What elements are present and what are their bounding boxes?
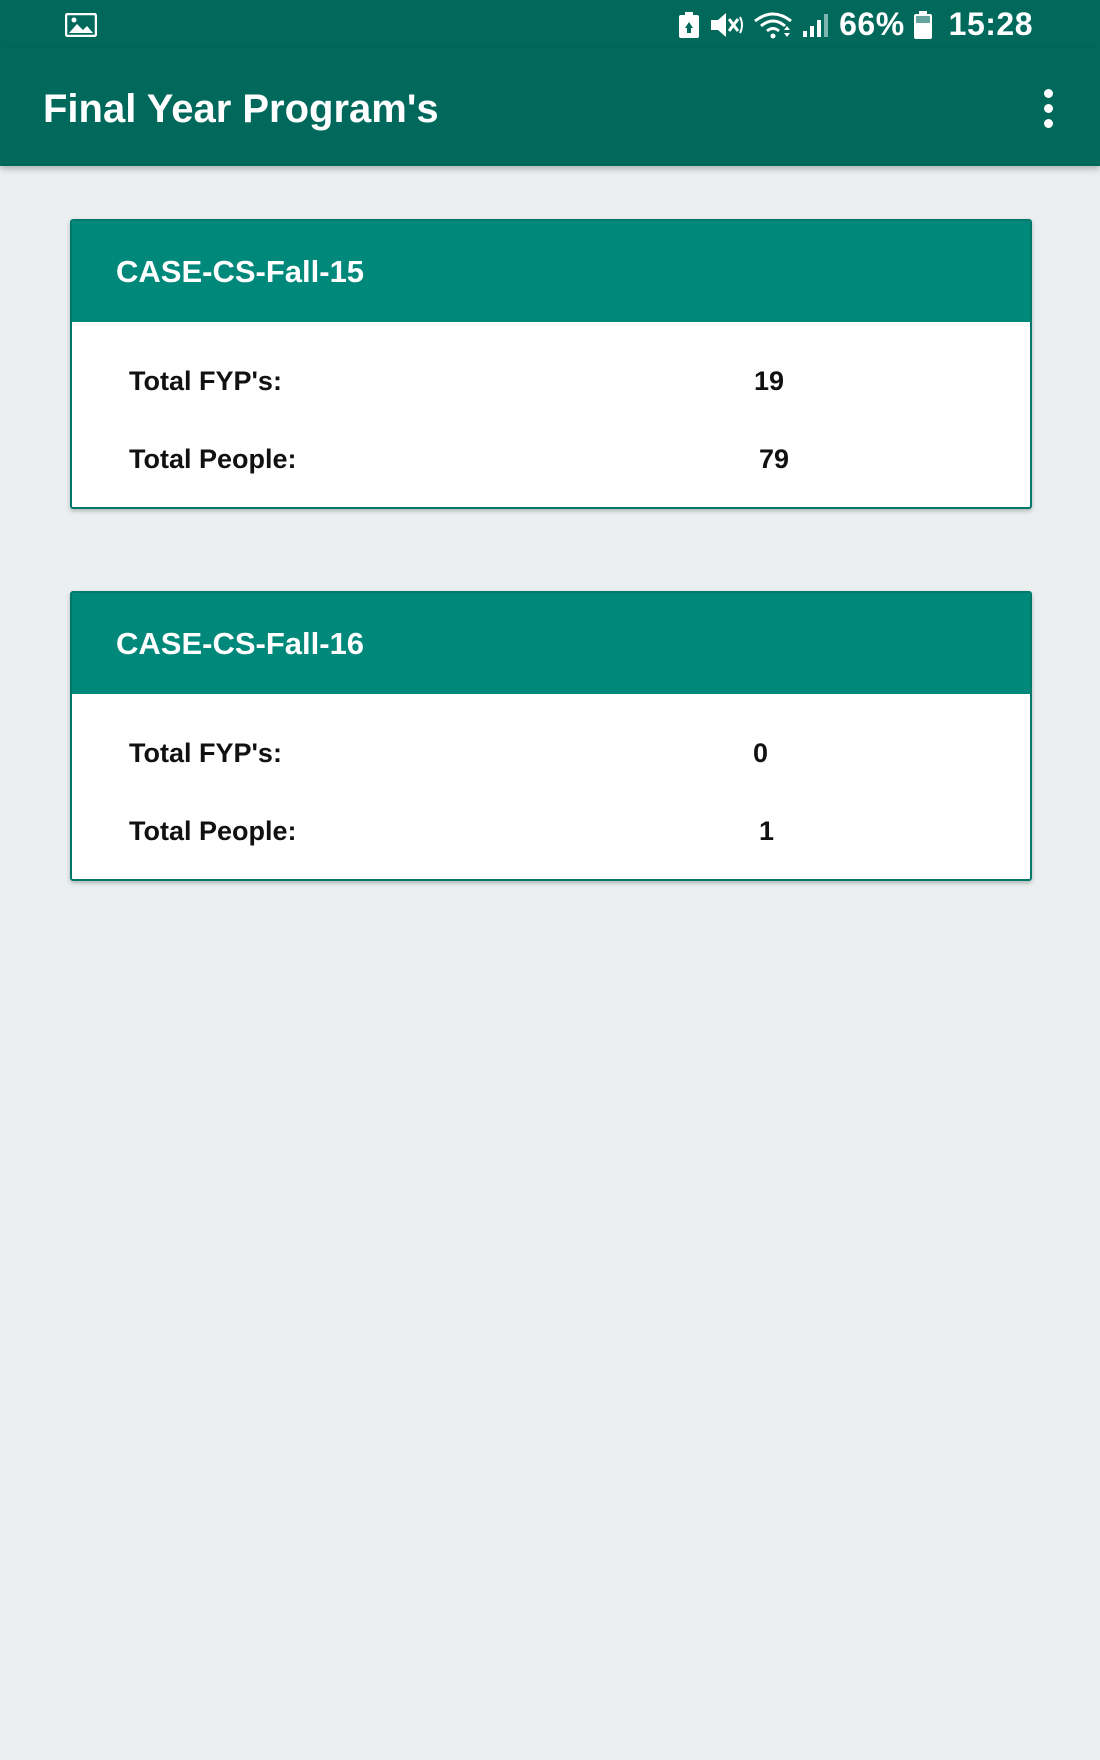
signal-icon [803, 13, 829, 37]
menu-dot [1043, 103, 1053, 113]
stat-label: Total People: [129, 816, 297, 846]
status-time: 15:28 [948, 6, 1033, 42]
more-vert-icon[interactable] [1028, 83, 1068, 133]
battery-saver-icon [679, 11, 700, 38]
stat-value: 1 [759, 816, 775, 846]
menu-dot [1043, 118, 1053, 128]
wifi-icon [754, 12, 793, 38]
card-body: Total FYP's: 0 Total People: 1 [72, 694, 1030, 879]
card-header: CASE-CS-Fall-16 [72, 593, 1030, 694]
stat-row-fyps: Total FYP's: 19 [72, 366, 1030, 406]
card-body: Total FYP's: 19 Total People: 79 [72, 322, 1030, 507]
status-icons: 66% 15:28 [677, 0, 1033, 49]
app-bar: Final Year Program's [0, 49, 1100, 166]
stat-row-fyps: Total FYP's: 0 [72, 738, 1030, 778]
stat-row-people: Total People: 1 [72, 816, 1030, 856]
gallery-icon [65, 13, 97, 37]
battery-percent: 66% [839, 6, 905, 42]
page-title: Final Year Program's [43, 87, 439, 131]
stat-value: 19 [754, 366, 785, 396]
mute-icon [711, 12, 744, 37]
stat-row-people: Total People: 79 [72, 444, 1030, 484]
stat-label: Total People: [129, 444, 297, 474]
card-title: CASE-CS-Fall-15 [116, 254, 365, 289]
stat-value: 0 [753, 738, 769, 768]
battery-icon [913, 10, 932, 39]
stat-label: Total FYP's: [129, 366, 282, 396]
program-card-fall-15[interactable]: CASE-CS-Fall-15 Total FYP's: 19 Total Pe… [70, 219, 1032, 509]
stat-label: Total FYP's: [129, 738, 282, 768]
program-card-fall-16[interactable]: CASE-CS-Fall-16 Total FYP's: 0 Total Peo… [70, 591, 1032, 881]
card-header: CASE-CS-Fall-15 [72, 221, 1030, 322]
status-bar: 66% 15:28 [0, 0, 1100, 49]
card-title: CASE-CS-Fall-16 [116, 626, 365, 661]
stat-value: 79 [759, 444, 790, 474]
menu-dot [1043, 88, 1053, 98]
